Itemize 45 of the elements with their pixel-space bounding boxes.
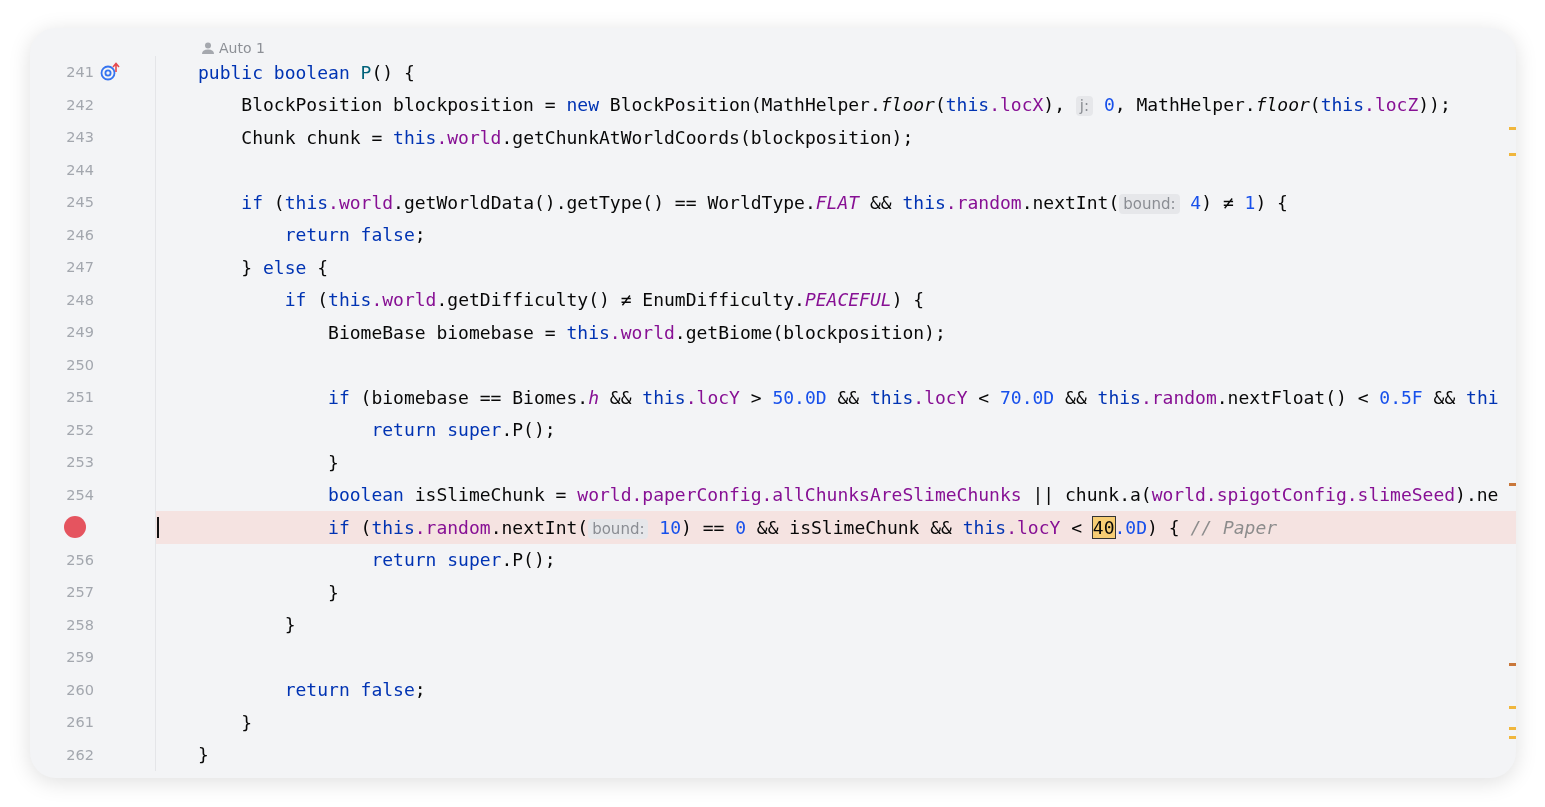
code-line: } else {	[240, 256, 329, 278]
line-number: 248	[66, 291, 94, 308]
line-number: 243	[66, 129, 94, 146]
line-number: 247	[66, 259, 94, 276]
line-number: 242	[66, 96, 94, 113]
code-line: return false;	[283, 224, 426, 246]
code-line: boolean isSlimeChunk = world.paperConfig.allChunksAreSlimeChunks || chunk.a(world.spigotConfig.slimeSeed).ne	[327, 484, 1499, 506]
line-number: 253	[66, 454, 94, 471]
line-number: 249	[66, 324, 94, 341]
line-number: 256	[66, 551, 94, 568]
line-number: 261	[66, 714, 94, 731]
line-number: 245	[66, 194, 94, 211]
line-number: 262	[66, 746, 94, 763]
line-number: 260	[66, 681, 94, 698]
author-hint[interactable]: Auto 1	[202, 40, 265, 56]
target-arrow-icon[interactable]	[100, 62, 122, 83]
line-number: 259	[66, 649, 94, 666]
code-line: if (this.world.getWorldData().getType() == WorldType.FLAT && this.random.nextInt( bound: 4) ≠ 1) {	[240, 191, 1288, 213]
breakpoint-dot[interactable]	[64, 516, 86, 539]
code-line: return super.P();	[370, 549, 556, 571]
code-line: }	[240, 711, 253, 733]
code-line: public boolean P() {	[198, 61, 415, 83]
code-line: return false;	[283, 679, 426, 701]
code-line: }	[327, 451, 339, 473]
line-number: 257	[66, 584, 94, 601]
code-line: }	[283, 614, 296, 636]
line-number: 258	[66, 616, 94, 633]
line-number: 252	[66, 421, 94, 438]
code-line: return super.P();	[370, 419, 556, 441]
code-line: BiomeBase biomebase = this.world.getBiome(blockposition);	[327, 321, 946, 343]
code-line: Chunk chunk = this.world.getChunkAtWorldCoords(blockposition);	[240, 126, 914, 148]
author-name: Auto 1	[219, 40, 265, 56]
code-line: if (this.random.nextInt( bound: 10) == 0 && isSlimeChunk && this.locY < 40.0D) { // Paper	[327, 516, 1278, 538]
code-line: if (biomebase == Biomes.h && this.locY > 50.0D && this.locY < 70.0D && this.random.nextFloat() < 0.5F && thi	[327, 386, 1499, 408]
line-number: 254	[66, 486, 94, 503]
line-number: 251	[66, 389, 94, 406]
person-icon	[202, 42, 214, 54]
code-line: }	[327, 581, 339, 603]
code-line: BlockPosition blockposition = new BlockPosition(MathHelper.floor(this.locX), j: 0, MathHelper.floor(this.locZ));	[240, 94, 1451, 116]
line-number: 246	[66, 226, 94, 243]
line-number: 244	[66, 161, 94, 178]
line-number: 250	[66, 356, 94, 373]
code-line: if (this.world.getDifficulty() ≠ EnumDifficulty.PEACEFUL) {	[283, 289, 925, 311]
line-number: 241	[66, 64, 94, 81]
code-line: }	[198, 744, 209, 766]
